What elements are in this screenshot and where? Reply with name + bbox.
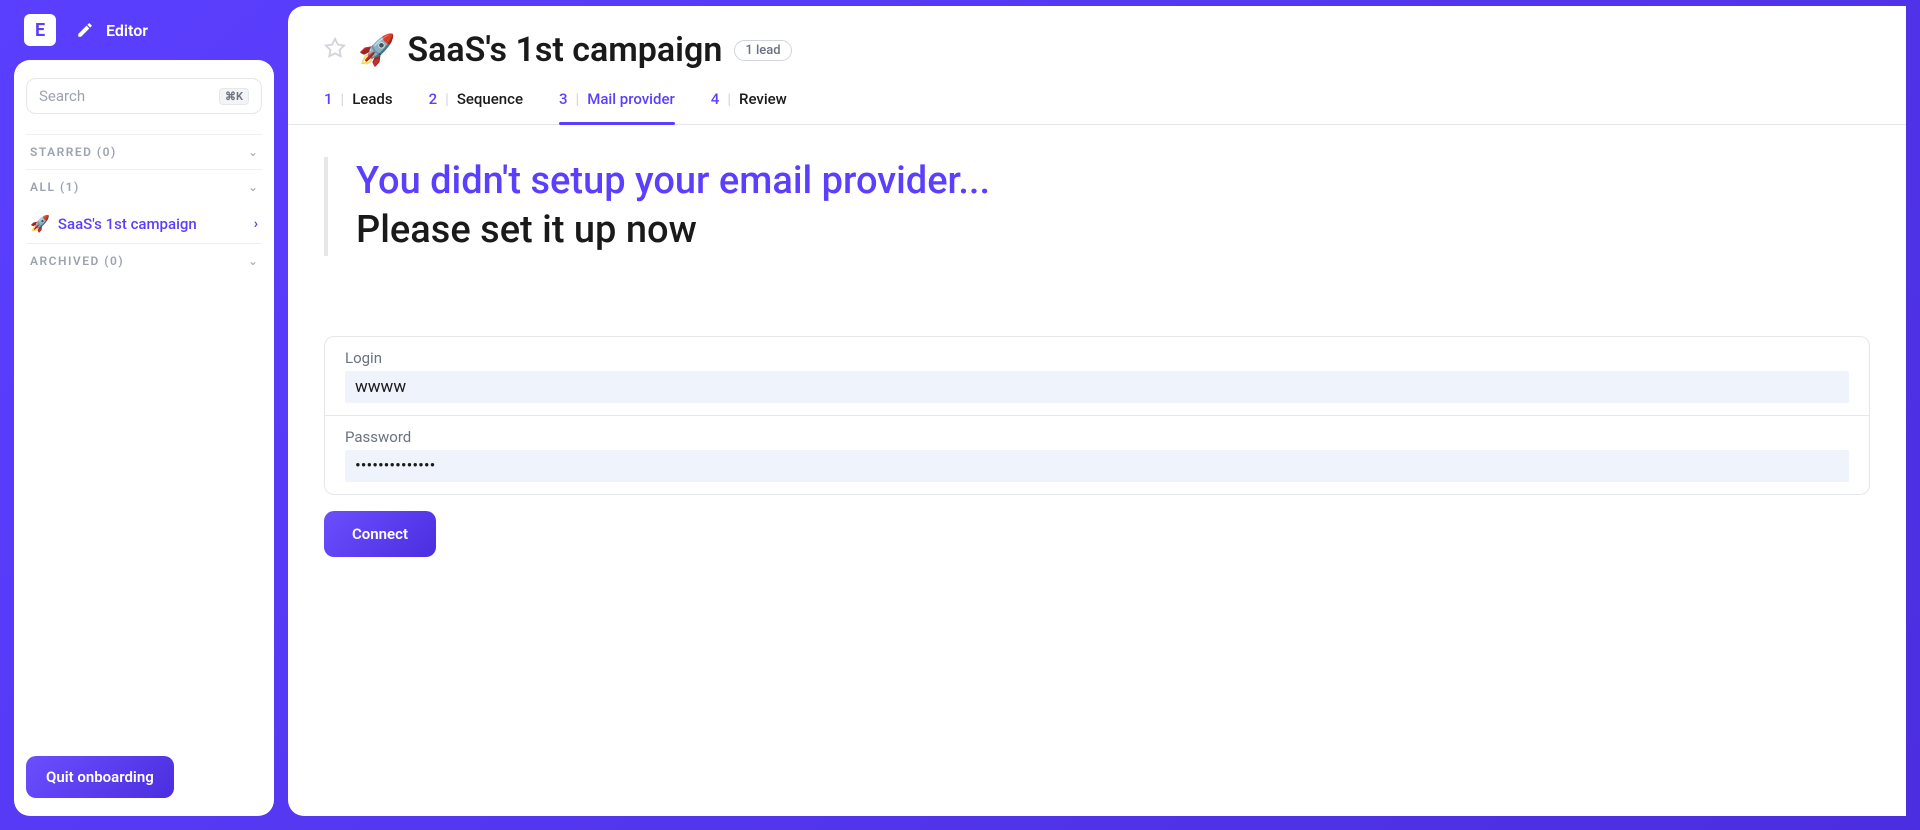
sidebar-section-starred[interactable]: STARRED (0) ⌄ (26, 134, 262, 169)
rocket-icon: 🚀 (358, 33, 395, 68)
chevron-right-icon: › (254, 216, 258, 232)
login-form: Login Password (324, 336, 1870, 495)
content-header: 🚀 SaaS's 1st campaign 1 lead 1 | Leads 2… (288, 6, 1906, 125)
main-container: Search ⌘K STARRED (0) ⌄ ALL (1) ⌄ 🚀 SaaS… (0, 60, 1920, 830)
sidebar-item-label: SaaS's 1st campaign (58, 215, 197, 233)
tab-label: Leads (352, 90, 392, 108)
chevron-down-icon: ⌄ (248, 180, 258, 194)
tab-number: 3 (559, 90, 568, 108)
password-input[interactable] (345, 450, 1849, 482)
sidebar: Search ⌘K STARRED (0) ⌄ ALL (1) ⌄ 🚀 SaaS… (14, 60, 274, 816)
content-area: 🚀 SaaS's 1st campaign 1 lead 1 | Leads 2… (288, 6, 1906, 816)
tab-separator: | (576, 90, 580, 108)
password-label: Password (345, 428, 1849, 446)
sidebar-item-left: 🚀 SaaS's 1st campaign (30, 214, 197, 233)
chevron-down-icon: ⌄ (248, 254, 258, 268)
section-label: ALL (1) (30, 180, 80, 194)
content-body: You didn't setup your email provider... … (288, 125, 1906, 589)
sidebar-section-archived[interactable]: ARCHIVED (0) ⌄ (26, 243, 262, 278)
star-icon[interactable] (324, 37, 346, 64)
rocket-icon: 🚀 (30, 214, 50, 233)
tab-label: Mail provider (587, 90, 675, 108)
section-label: ARCHIVED (0) (30, 254, 124, 268)
tab-separator: | (727, 90, 731, 108)
section-label: STARRED (0) (30, 145, 117, 159)
chevron-down-icon: ⌄ (248, 145, 258, 159)
page-title: SaaS's 1st campaign (407, 30, 722, 70)
password-field-group: Password (325, 416, 1869, 494)
tab-label: Sequence (457, 90, 523, 108)
tab-label: Review (739, 90, 787, 108)
tab-leads[interactable]: 1 | Leads (324, 90, 393, 124)
tab-review[interactable]: 4 | Review (711, 90, 787, 124)
tab-sequence[interactable]: 2 | Sequence (429, 90, 523, 124)
campaign-title-row: 🚀 SaaS's 1st campaign 1 lead (324, 30, 1870, 70)
login-label: Login (345, 349, 1849, 367)
login-field-group: Login (325, 337, 1869, 416)
lead-badge: 1 lead (734, 40, 791, 61)
sidebar-item-campaign[interactable]: 🚀 SaaS's 1st campaign › (26, 204, 262, 243)
tab-separator: | (341, 90, 345, 108)
logo-letter: E (35, 20, 45, 41)
tab-number: 2 (429, 90, 438, 108)
editor-label: Editor (106, 21, 148, 40)
tab-number: 4 (711, 90, 720, 108)
message-line1: You didn't setup your email provider... (356, 157, 1870, 206)
tab-separator: | (445, 90, 449, 108)
message-box: You didn't setup your email provider... … (324, 157, 1870, 256)
tab-mail-provider[interactable]: 3 | Mail provider (559, 90, 675, 124)
search-shortcut: ⌘K (219, 88, 249, 105)
pencil-icon (76, 21, 94, 39)
tab-number: 1 (324, 90, 333, 108)
logo[interactable]: E (24, 14, 56, 46)
connect-button[interactable]: Connect (324, 511, 436, 557)
tabs: 1 | Leads 2 | Sequence 3 | Mail provider… (288, 90, 1906, 125)
message-line2: Please set it up now (356, 206, 1870, 255)
login-input[interactable] (345, 371, 1849, 403)
search-input[interactable]: Search ⌘K (26, 78, 262, 114)
sidebar-section-all[interactable]: ALL (1) ⌄ (26, 169, 262, 204)
search-placeholder: Search (39, 87, 85, 105)
quit-onboarding-button[interactable]: Quit onboarding (26, 756, 174, 798)
